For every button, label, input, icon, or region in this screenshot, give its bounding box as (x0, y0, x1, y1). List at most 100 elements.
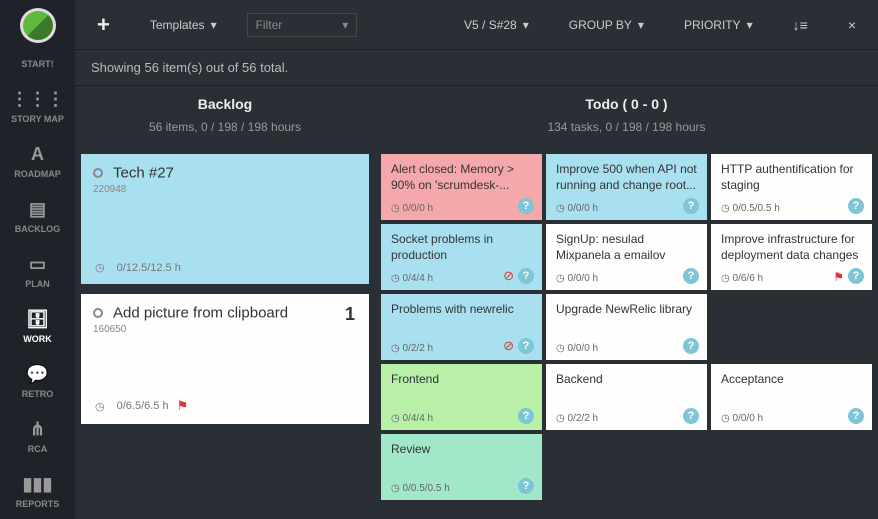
clock-icon: ◷ (721, 413, 730, 424)
card-title: Frontend (391, 372, 532, 388)
toolbar: + Templates ▾ Filter▾ V5 / S#28 ▾ GROUP … (75, 0, 878, 50)
clock-icon: ◷ (556, 273, 565, 284)
warning-icon: ⊘ (503, 338, 514, 354)
sidebar-item-plan[interactable]: ▭PLAN (11, 244, 65, 299)
warning-icon: ⊘ (503, 268, 514, 284)
help-icon[interactable]: ? (683, 338, 699, 354)
card-title: Improve infrastructure for deployment da… (721, 232, 862, 263)
nav-icon: 🗄 (26, 309, 49, 330)
nav-label: REPORTS (16, 499, 60, 509)
templates-dropdown[interactable]: Templates ▾ (140, 12, 227, 38)
clock-icon: ◷ (556, 413, 565, 424)
todo-card[interactable]: Improve infrastructure for deployment da… (711, 224, 872, 290)
nav-icon: 💬 (26, 364, 48, 385)
flag-icon: ⚑ (833, 270, 844, 284)
todo-card[interactable]: Alert closed: Memory > 90% on 'scrumdesk… (381, 154, 542, 220)
sidebar-item-rca[interactable]: ⋔RCA (11, 409, 65, 464)
card-hours: 0/0/0 h (568, 203, 599, 214)
sidebar-item-retro[interactable]: 💬 RETRO (11, 354, 65, 409)
help-icon[interactable]: ? (518, 478, 534, 494)
card-hours: 0/2/2 h (403, 343, 434, 354)
help-icon[interactable]: ? (683, 408, 699, 424)
card-title: Improve 500 when API not running and cha… (556, 162, 697, 193)
help-icon[interactable]: ? (518, 408, 534, 424)
nav-icon: ▤ (29, 199, 46, 220)
nav-label: START! (21, 59, 53, 69)
clock-icon: ◷ (391, 273, 400, 284)
clock-icon (95, 261, 109, 274)
card-title: Review (391, 442, 532, 458)
nav-icon: ⋮⋮⋮ (11, 89, 65, 110)
card-hours: 0/6/6 h (733, 273, 764, 284)
help-icon[interactable]: ? (848, 198, 864, 214)
card-title: HTTP authentification for staging (721, 162, 862, 193)
priority-dropdown[interactable]: PRIORITY ▾ (674, 12, 763, 38)
card-id: 220948 (93, 184, 357, 195)
card-title: Problems with newrelic (391, 302, 532, 318)
column-title: Todo ( 0 - 0 ) (375, 96, 878, 112)
help-icon[interactable]: ? (683, 198, 699, 214)
card-title: Add picture from clipboard (113, 304, 288, 321)
sidebar-item-story-map[interactable]: ⋮⋮⋮ STORY MAP (11, 79, 65, 134)
nav-label: RCA (28, 444, 48, 454)
todo-card[interactable]: Review ◷ 0/0.5/0.5 h? (381, 434, 542, 500)
sidebar-item-work[interactable]: 🗄 WORK (11, 299, 65, 354)
nav-label: PLAN (25, 279, 50, 289)
card-hours: 0/6.5/6.5 h (117, 400, 169, 412)
card-hours: 0/0.5/0.5 h (733, 203, 780, 214)
card-hours: 0/4/4 h (403, 413, 434, 424)
todo-card[interactable]: Backend◷ 0/2/2 h? (546, 364, 707, 430)
card-badge: 1 (345, 304, 355, 325)
chevron-down-icon: ▾ (211, 18, 217, 32)
chevron-down-icon: ▾ (747, 18, 753, 32)
help-icon[interactable]: ? (848, 268, 864, 284)
version-dropdown[interactable]: V5 / S#28 ▾ (454, 12, 539, 38)
close-button[interactable]: × (838, 11, 866, 39)
nav-label: WORK (23, 334, 52, 344)
card-title: Backend (556, 372, 697, 388)
help-icon[interactable]: ? (518, 268, 534, 284)
backlog-card[interactable]: Tech #272209480/12.5/12.5 h (81, 154, 369, 284)
column-todo: Todo ( 0 - 0 ) 134 tasks, 0 / 198 / 198 … (375, 86, 878, 519)
todo-card[interactable]: Upgrade NewRelic library◷ 0/0/0 h? (546, 294, 707, 360)
sidebar: START!⋮⋮⋮STORY MAPAROADMAP▤BACKLOG▭PLAN🗄… (0, 0, 75, 519)
card-id: 160650 (93, 324, 357, 335)
status-dot-icon (93, 308, 103, 318)
todo-card[interactable]: Improve 500 when API not running and cha… (546, 154, 707, 220)
todo-card[interactable]: Frontend◷ 0/4/4 h? (381, 364, 542, 430)
clock-icon: ◷ (391, 483, 400, 494)
todo-card[interactable]: Socket problems in production◷ 0/4/4 h⊘? (381, 224, 542, 290)
card-title: Upgrade NewRelic library (556, 302, 697, 318)
filter-input[interactable]: Filter▾ (247, 13, 358, 37)
todo-card[interactable]: SignUp: nesulad Mixpanela a emailov◷ 0/0… (546, 224, 707, 290)
column-subtitle: 56 items, 0 / 198 / 198 hours (75, 120, 375, 142)
add-button[interactable]: + (87, 6, 120, 44)
sidebar-item-roadmap[interactable]: AROADMAP (11, 134, 65, 189)
backlog-card[interactable]: 1 Add picture from clipboard 160650 0/6.5/6… (81, 294, 369, 424)
sidebar-item-reports[interactable]: ▮▮▮REPORTS (11, 464, 65, 519)
nav-label: RETRO (22, 389, 54, 399)
groupby-dropdown[interactable]: GROUP BY ▾ (559, 12, 654, 38)
card-title: Tech #27 (113, 164, 174, 181)
sort-button[interactable]: ↓≡ (783, 11, 818, 39)
sidebar-item-backlog[interactable]: ▤BACKLOG (11, 189, 65, 244)
card-hours: 0/0/0 h (733, 413, 764, 424)
clock-icon: ◷ (556, 203, 565, 214)
help-icon[interactable]: ? (683, 268, 699, 284)
help-icon[interactable]: ? (848, 408, 864, 424)
chevron-down-icon: ▾ (523, 18, 529, 32)
app-logo[interactable] (20, 8, 56, 43)
card-title: Socket problems in production (391, 232, 532, 263)
chevron-down-icon: ▾ (638, 18, 644, 32)
nav-label: STORY MAP (11, 114, 64, 124)
card-hours: 0/0/0 h (568, 273, 599, 284)
help-icon[interactable]: ? (518, 198, 534, 214)
card-hours: 0/0.5/0.5 h (403, 483, 450, 494)
todo-card[interactable]: Acceptance◷ 0/0/0 h? (711, 364, 872, 430)
todo-card[interactable]: HTTP authentification for staging◷ 0/0.5… (711, 154, 872, 220)
nav-icon: A (31, 144, 44, 165)
todo-card[interactable]: Problems with newrelic◷ 0/2/2 h⊘? (381, 294, 542, 360)
sidebar-item-start![interactable]: START! (11, 49, 65, 79)
help-icon[interactable]: ? (518, 338, 534, 354)
card-hours: 0/0/0 h (568, 343, 599, 354)
